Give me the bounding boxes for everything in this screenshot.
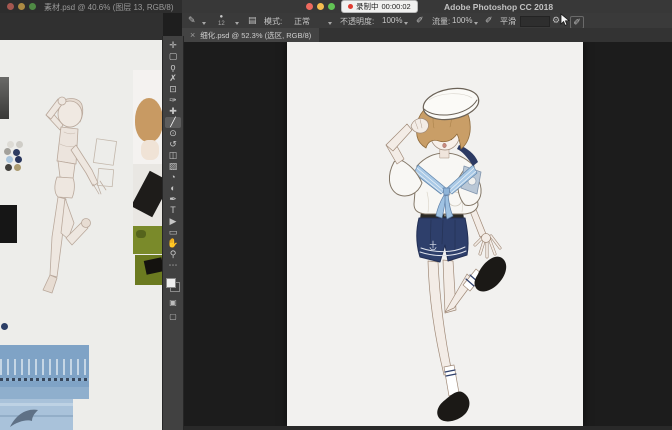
opacity-value[interactable]: 100% — [382, 16, 402, 25]
palette-dot-4 — [13, 149, 20, 156]
minimize-button[interactable] — [317, 3, 324, 10]
tab-title: 细化.psd @ 52.3% (选区, RGB/8) — [200, 30, 311, 41]
close-button[interactable] — [306, 3, 313, 10]
camera-reference-photo — [133, 164, 163, 254]
history-brush-tool[interactable]: ↺ — [165, 139, 181, 150]
mode-select[interactable]: 正常 — [294, 16, 310, 27]
crop-tool[interactable]: ⊡ — [165, 84, 181, 95]
brush-tool-icon[interactable]: ✎ — [188, 15, 196, 26]
tools-panel: ✛▢ϙ✗⊡✑✚╱⊙↺◫▨◔◐✒T▶▭✋⚲⋯ ▣ ▢ — [162, 36, 184, 430]
blur-tool[interactable]: ◔ — [165, 172, 181, 183]
shape-tool[interactable]: ▭ — [165, 227, 181, 238]
brush-preset-caret[interactable] — [202, 18, 206, 27]
screen-recording-badge[interactable]: 录制中00:00:02 — [341, 0, 418, 13]
recording-label: 录制中 — [356, 1, 379, 12]
foreground-color-swatch[interactable] — [166, 278, 176, 288]
move-tool[interactable]: ✛ — [165, 40, 181, 51]
ref-close-button[interactable] — [7, 3, 14, 10]
opacity-label: 不透明度: — [340, 16, 374, 27]
document-canvas[interactable] — [287, 42, 583, 426]
smoothing-input[interactable] — [520, 16, 550, 27]
flow-label: 流量: — [432, 16, 450, 27]
flow-value[interactable]: 100% — [452, 16, 472, 25]
document-tab[interactable]: × 细化.psd @ 52.3% (选区, RGB/8) — [182, 28, 319, 42]
type-tool[interactable]: T — [165, 205, 181, 216]
canvas-pasteboard[interactable] — [182, 42, 672, 426]
opacity-pressure-icon[interactable]: ✐ — [416, 15, 424, 26]
app-title: Adobe Photoshop CC 2018 — [444, 2, 553, 12]
hand-tool[interactable]: ✋ — [165, 238, 181, 249]
quick-mask-button[interactable]: ▣ — [163, 298, 183, 307]
screen-mode-button[interactable]: ▢ — [163, 312, 183, 321]
mode-caret[interactable] — [328, 18, 332, 27]
document-tab-bar: × 细化.psd @ 52.3% (选区, RGB/8) — [182, 28, 672, 42]
dolphin-reference-photo — [0, 399, 73, 430]
palette-dot-5 — [6, 156, 13, 163]
mode-label: 模式: — [264, 16, 282, 27]
blue-dot-mark — [1, 323, 8, 330]
palette-dot-8 — [14, 164, 21, 171]
opacity-caret[interactable] — [404, 18, 408, 27]
lasso-tool[interactable]: ϙ — [165, 62, 181, 73]
options-bar: ✎ ● 12 ▤ 模式: 正常 不透明度: 100% ✐ 流量: 100% ✐ … — [182, 13, 672, 29]
hair-reference-photo — [133, 70, 163, 167]
ref-minimize-button[interactable] — [18, 3, 25, 10]
smoothing-gear-icon[interactable]: ⚙ — [552, 15, 560, 26]
window-bottom-edge — [182, 426, 672, 430]
brush-size-caret[interactable] — [235, 18, 239, 27]
reference-window-title: 素材.psd @ 40.6% (图层 13, RGB/8) — [44, 2, 174, 13]
quick-selection-tool[interactable]: ✗ — [165, 73, 181, 84]
color-swatches[interactable] — [166, 278, 180, 292]
main-window-titlebar — [182, 0, 672, 13]
zoom-tool[interactable]: ⚲ — [165, 249, 181, 260]
marquee-tool[interactable]: ▢ — [165, 51, 181, 62]
recording-time: 00:00:02 — [382, 2, 411, 11]
dodge-tool[interactable]: ◐ — [165, 183, 181, 194]
gradient-tool[interactable]: ▨ — [165, 161, 181, 172]
green-reference-photo — [135, 255, 163, 285]
brush-panel-toggle-icon[interactable]: ▤ — [248, 15, 257, 26]
brush-preview[interactable]: ● 12 — [218, 13, 225, 27]
zoom-button[interactable] — [328, 3, 335, 10]
recording-dot-icon — [348, 4, 353, 9]
edit-toolbar[interactable]: ⋯ — [165, 260, 181, 271]
palette-dot-2 — [16, 141, 23, 148]
clone-stamp-tool[interactable]: ⊙ — [165, 128, 181, 139]
palette-dot-3 — [4, 148, 11, 155]
tab-close-icon[interactable]: × — [190, 30, 195, 40]
tool-list: ✛▢ϙ✗⊡✑✚╱⊙↺◫▨◔◐✒T▶▭✋⚲⋯ — [163, 36, 183, 271]
reference-window[interactable] — [0, 13, 163, 430]
black-photo-reference — [0, 205, 17, 243]
brush-tool[interactable]: ╱ — [165, 117, 181, 128]
sailor-illustration — [287, 42, 583, 426]
path-selection-tool[interactable]: ▶ — [165, 216, 181, 227]
smoothing-label: 平滑 — [500, 16, 516, 27]
palette-dot-1 — [7, 141, 14, 148]
eyedropper-tool[interactable]: ✑ — [165, 95, 181, 106]
title-bar: 素材.psd @ 40.6% (图层 13, RGB/8) Adobe Phot… — [0, 0, 672, 13]
palette-dot-6 — [15, 156, 22, 163]
ocean-birds-reference-photo — [0, 345, 89, 399]
eraser-tool[interactable]: ◫ — [165, 150, 181, 161]
ref-zoom-button[interactable] — [29, 3, 36, 10]
healing-brush-tool[interactable]: ✚ — [165, 106, 181, 117]
dark-strip-reference — [0, 77, 9, 119]
pen-tool[interactable]: ✒ — [165, 194, 181, 205]
flow-caret[interactable] — [474, 18, 478, 27]
airbrush-icon[interactable]: ✐ — [485, 15, 493, 26]
reference-canvas — [0, 40, 163, 430]
palette-dot-7 — [5, 164, 12, 171]
